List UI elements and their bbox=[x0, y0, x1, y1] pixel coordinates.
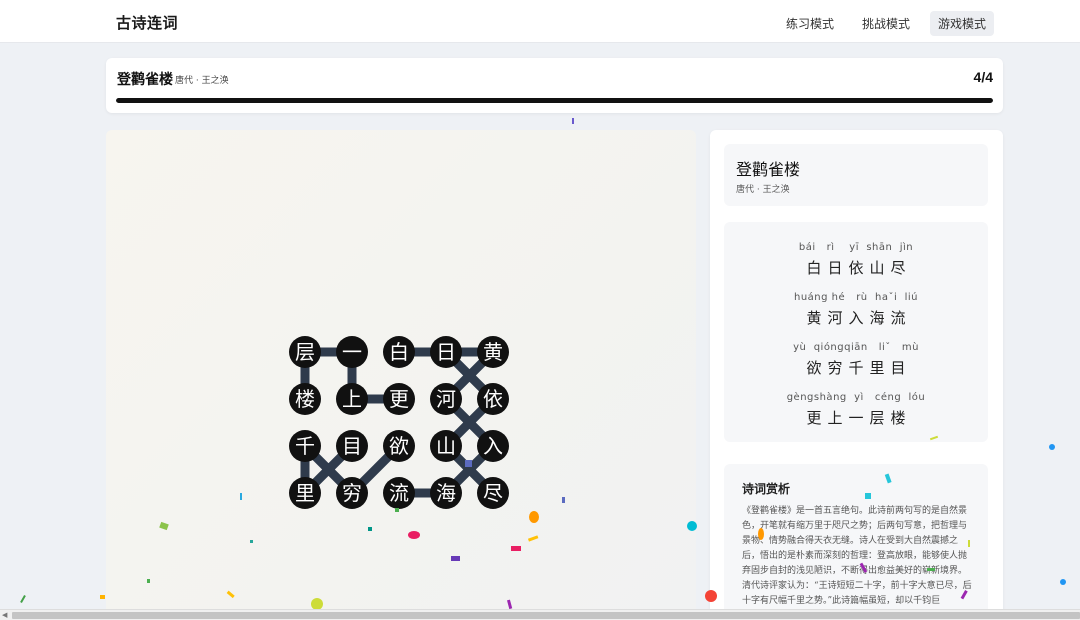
character-tile[interactable]: 黄 bbox=[477, 336, 509, 368]
character-tile-label: 河 bbox=[436, 387, 456, 411]
poem-line-text: 欲穷千里目 bbox=[806, 359, 912, 377]
poem-line: bái rì yī shān jìn 白日依山尽 bbox=[724, 242, 988, 278]
poem-line-pinyin: gèngshàng yì céng lóu bbox=[786, 392, 926, 403]
game-board: 层 一 白 日 黄楼 上 更 河 依千 目 欲 山 入里 穷 流 海 尽 bbox=[106, 130, 696, 620]
poem-text-card: bái rì yī shān jìn 白日依山尽 huáng hé rù haˇ… bbox=[724, 222, 988, 442]
character-tile-label: 一 bbox=[342, 340, 362, 364]
character-tile[interactable]: 山 bbox=[430, 430, 462, 462]
character-tile-label: 更 bbox=[389, 387, 409, 411]
confetti-piece bbox=[1049, 444, 1055, 450]
character-tile-label: 层 bbox=[295, 340, 315, 364]
poem-line-pinyin: bái rì yī shān jìn bbox=[798, 242, 914, 253]
character-tile[interactable]: 白 bbox=[383, 336, 415, 368]
progress-bar-fill bbox=[116, 98, 993, 103]
character-tile[interactable]: 日 bbox=[430, 336, 462, 368]
poem-analysis-card: 诗词赏析 《登鹳雀楼》是一首五言绝句。此诗前两句写的是自然景色，开笔就有缩万里于… bbox=[724, 464, 988, 620]
character-tile[interactable]: 更 bbox=[383, 383, 415, 415]
poem-progress-card: 登鹳雀楼 唐代 · 王之涣 4/4 bbox=[106, 58, 1003, 113]
character-tile[interactable]: 尽 bbox=[477, 477, 509, 509]
character-tile-label: 尽 bbox=[483, 481, 503, 505]
poem-line: gèngshàng yì céng lóu 更上一层楼 bbox=[724, 392, 988, 428]
character-tile[interactable]: 穷 bbox=[336, 477, 368, 509]
character-tile-label: 欲 bbox=[389, 434, 409, 458]
character-tile-label: 穷 bbox=[342, 481, 362, 505]
confetti-piece bbox=[100, 595, 105, 599]
poem-side-panel: 登鹳雀楼 唐代 · 王之涣 bái rì yī shān jìn 白日依山尽 h… bbox=[710, 130, 1003, 620]
analysis-text: 《登鹳雀楼》是一首五言绝句。此诗前两句写的是自然景色，开笔就有缩万里于咫尺之势；… bbox=[742, 506, 972, 606]
poem-line: yù qióngqiān liˇ mù 欲穷千里目 bbox=[724, 342, 988, 378]
poem-info-card: 登鹳雀楼 唐代 · 王之涣 bbox=[724, 144, 988, 206]
character-tile[interactable]: 海 bbox=[430, 477, 462, 509]
app-title: 古诗连词 bbox=[116, 14, 179, 32]
confetti-piece bbox=[20, 595, 26, 603]
character-grid: 层 一 白 日 黄楼 上 更 河 依千 目 欲 山 入里 穷 流 海 尽 bbox=[289, 336, 509, 509]
character-tile-label: 山 bbox=[436, 434, 456, 458]
character-tile-label: 上 bbox=[342, 387, 362, 411]
character-tile-label: 依 bbox=[483, 387, 503, 411]
character-tile-label: 白 bbox=[389, 340, 409, 364]
character-tile[interactable]: 上 bbox=[336, 383, 368, 415]
character-tile-label: 入 bbox=[483, 434, 503, 458]
poem-line: huáng hé rù haˇi liú 黄河入海流 bbox=[724, 292, 988, 328]
character-tile[interactable]: 入 bbox=[477, 430, 509, 462]
nav-game-mode[interactable]: 游戏模式 bbox=[929, 11, 994, 36]
poem-line-text: 黄河入海流 bbox=[806, 309, 912, 327]
character-tile-label: 千 bbox=[295, 434, 315, 458]
nav-challenge-mode[interactable]: 挑战模式 bbox=[854, 11, 918, 36]
confetti-piece bbox=[1060, 579, 1066, 585]
poem-line-pinyin: yù qióngqiān liˇ mù bbox=[793, 342, 919, 353]
poem-title: 登鹳雀楼 bbox=[117, 72, 173, 88]
character-tile[interactable]: 层 bbox=[289, 336, 321, 368]
character-tile-label: 流 bbox=[389, 481, 409, 505]
character-tile[interactable]: 欲 bbox=[383, 430, 415, 462]
progress-bar bbox=[116, 98, 993, 103]
character-tile[interactable]: 一 bbox=[336, 336, 368, 368]
horizontal-scrollbar[interactable]: ◀ bbox=[0, 609, 1080, 620]
character-tile-label: 黄 bbox=[483, 340, 503, 364]
progress-count: 4/4 bbox=[973, 69, 993, 85]
character-tile-label: 里 bbox=[295, 481, 315, 505]
character-tile[interactable]: 依 bbox=[477, 383, 509, 415]
character-tile-label: 海 bbox=[436, 481, 456, 505]
character-tile[interactable]: 目 bbox=[336, 430, 368, 462]
scrollbar-thumb[interactable] bbox=[12, 612, 1080, 619]
confetti-piece bbox=[572, 118, 574, 124]
character-tile[interactable]: 河 bbox=[430, 383, 462, 415]
poem-card-title: 登鹳雀楼 bbox=[736, 160, 801, 179]
poem-line-text: 更上一层楼 bbox=[806, 409, 912, 427]
connection-path bbox=[439, 345, 500, 500]
analysis-title: 诗词赏析 bbox=[742, 482, 791, 496]
character-tile-label: 目 bbox=[342, 434, 362, 458]
character-tile[interactable]: 楼 bbox=[289, 383, 321, 415]
poem-line-text: 白日依山尽 bbox=[806, 259, 912, 277]
character-tile-label: 楼 bbox=[295, 387, 315, 411]
nav-practice-mode[interactable]: 练习模式 bbox=[778, 11, 842, 36]
poem-author: 唐代 · 王之涣 bbox=[175, 76, 229, 86]
character-tile[interactable]: 千 bbox=[289, 430, 321, 462]
poem-line-pinyin: huáng hé rù haˇi liú bbox=[794, 292, 918, 303]
character-tile-label: 日 bbox=[436, 340, 456, 364]
character-tile[interactable]: 流 bbox=[383, 477, 415, 509]
scroll-left-icon[interactable]: ◀ bbox=[2, 611, 7, 619]
mode-nav: 练习模式 挑战模式 游戏模式 bbox=[772, 11, 994, 36]
poem-card-author: 唐代 · 王之涣 bbox=[736, 185, 790, 195]
top-navbar: 古诗连词 练习模式 挑战模式 游戏模式 bbox=[0, 0, 1080, 43]
character-tile[interactable]: 里 bbox=[289, 477, 321, 509]
